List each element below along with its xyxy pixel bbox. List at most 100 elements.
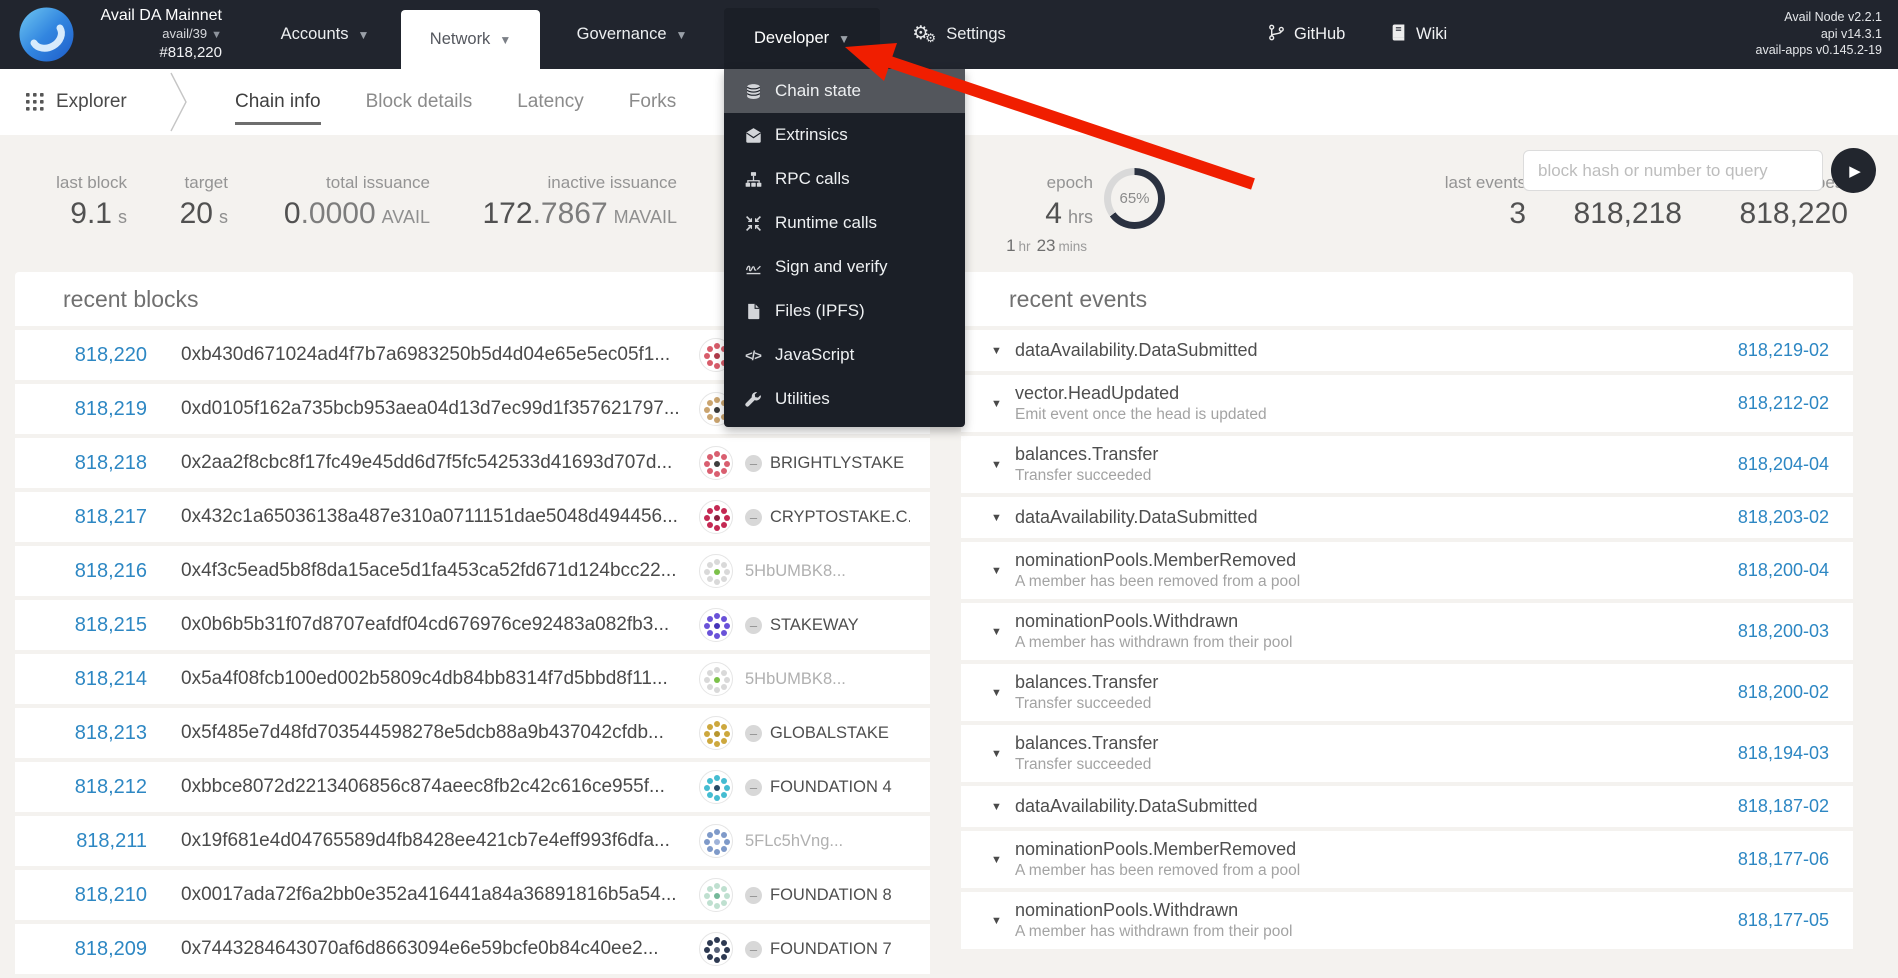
signature-icon — [744, 258, 762, 276]
validator-identicon[interactable] — [699, 554, 733, 588]
menu-item-label: Sign and verify — [775, 257, 887, 277]
section-title: Explorer — [56, 69, 127, 135]
event-block-link[interactable]: 818,200-02 — [1738, 682, 1829, 703]
event-block-link[interactable]: 818,219-02 — [1738, 340, 1829, 361]
block-author[interactable]: – BRIGHTLYSTAKE — [745, 454, 910, 473]
block-number-link[interactable]: 818,216 — [57, 560, 147, 583]
block-author[interactable]: 5HbUMBK8... — [745, 670, 910, 689]
block-author[interactable]: – CRYPTOSTAKE.C... — [745, 508, 910, 527]
explorer-tab[interactable]: Forks — [629, 69, 677, 135]
block-author[interactable]: – STAKEWAY — [745, 616, 910, 635]
block-number-link[interactable]: 818,220 — [57, 344, 147, 367]
nav-accounts[interactable]: Accounts▼ — [275, 0, 375, 69]
search-submit-button[interactable]: ▶ — [1831, 148, 1876, 193]
developer-menu-item[interactable]: Utilities — [724, 377, 965, 421]
validator-identicon[interactable] — [699, 770, 733, 804]
event-name: balances.Transfer — [1015, 733, 1726, 754]
validator-identicon[interactable] — [699, 932, 733, 966]
expand-caret-icon[interactable]: ▼ — [991, 626, 1004, 638]
event-block-link[interactable]: 818,200-04 — [1738, 560, 1829, 581]
block-number-link[interactable]: 818,218 — [57, 452, 147, 475]
developer-menu-item[interactable]: Files (IPFS) — [724, 289, 965, 333]
block-number-link[interactable]: 818,219 — [57, 398, 147, 421]
block-author[interactable]: – FOUNDATION 7 — [745, 940, 910, 959]
explorer-tab[interactable]: Block details — [366, 69, 473, 135]
block-number-link[interactable]: 818,215 — [57, 614, 147, 637]
event-row: ▼ balances.Transfer Transfer succeeded 8… — [961, 664, 1853, 721]
nav-governance[interactable]: Governance▼ — [574, 0, 690, 69]
event-row: ▼ nominationPools.MemberRemoved A member… — [961, 831, 1853, 888]
expand-caret-icon[interactable]: ▼ — [991, 687, 1004, 699]
block-author[interactable]: – GLOBALSTAKE — [745, 724, 910, 743]
block-number-link[interactable]: 818,214 — [57, 668, 147, 691]
compress-icon — [744, 214, 762, 232]
event-row: ▼ vector.HeadUpdated Emit event once the… — [961, 375, 1853, 432]
block-hash: 0x432c1a65036138a487e310a0711151dae5048d… — [181, 506, 699, 528]
block-row: 818,216 0x4f3c5ead5b8f8da15ace5d1fa453ca… — [15, 546, 930, 596]
expand-caret-icon[interactable]: ▼ — [991, 459, 1004, 471]
explorer-tab[interactable]: Latency — [517, 69, 584, 135]
event-block-link[interactable]: 818,204-04 — [1738, 454, 1829, 475]
expand-caret-icon[interactable]: ▼ — [991, 565, 1004, 577]
author-name: 5HbUMBK8... — [745, 670, 846, 689]
validator-identicon[interactable] — [699, 716, 733, 750]
validator-identicon[interactable] — [699, 500, 733, 534]
developer-menu-item[interactable]: Extrinsics — [724, 113, 965, 157]
developer-menu-item[interactable]: Sign and verify — [724, 245, 965, 289]
expand-caret-icon[interactable]: ▼ — [991, 512, 1004, 524]
github-link[interactable]: GitHub — [1268, 0, 1345, 69]
event-block-link[interactable]: 818,212-02 — [1738, 393, 1829, 414]
expand-caret-icon[interactable]: ▼ — [991, 801, 1004, 813]
validator-identicon[interactable] — [699, 824, 733, 858]
event-block-link[interactable]: 818,177-06 — [1738, 849, 1829, 870]
developer-menu-item[interactable]: RPC calls — [724, 157, 965, 201]
event-block-link[interactable]: 818,194-03 — [1738, 743, 1829, 764]
block-author[interactable]: – FOUNDATION 8 — [745, 886, 910, 905]
event-block-link[interactable]: 818,200-03 — [1738, 621, 1829, 642]
author-name: STAKEWAY — [770, 616, 859, 635]
apps-grid-icon[interactable] — [26, 93, 44, 116]
explorer-tab[interactable]: Chain info — [235, 69, 321, 135]
event-description: Emit event once the head is updated — [1015, 406, 1726, 424]
expand-caret-icon[interactable]: ▼ — [991, 748, 1004, 760]
event-description: A member has withdrawn from their pool — [1015, 634, 1726, 652]
developer-menu-item[interactable]: </> JavaScript — [724, 333, 965, 377]
block-number-link[interactable]: 818,209 — [57, 938, 147, 961]
developer-menu-item[interactable]: Runtime calls — [724, 201, 965, 245]
event-description: Transfer succeeded — [1015, 467, 1726, 485]
event-block-link[interactable]: 818,177-05 — [1738, 910, 1829, 931]
chain-selector[interactable]: Avail DA Mainnet avail/39▼ #818,220 — [80, 7, 222, 62]
event-name: dataAvailability.DataSubmitted — [1015, 796, 1726, 817]
validator-identicon[interactable] — [699, 878, 733, 912]
block-number-link[interactable]: 818,211 — [57, 830, 147, 853]
chain-spec[interactable]: avail/39▼ — [80, 25, 222, 44]
nav-settings[interactable]: ⚙⚙ Settings — [896, 0, 1022, 69]
block-row: 818,209 0x7443284643070af6d8663094e6e59b… — [15, 924, 930, 974]
expand-caret-icon[interactable]: ▼ — [991, 398, 1004, 410]
event-name: nominationPools.Withdrawn — [1015, 900, 1726, 921]
nav-network[interactable]: Network▼ — [401, 10, 540, 69]
validator-identicon[interactable] — [699, 662, 733, 696]
event-name: vector.HeadUpdated — [1015, 383, 1726, 404]
breadcrumb-chevron-icon — [168, 71, 190, 138]
block-search-input[interactable] — [1523, 150, 1823, 191]
event-block-link[interactable]: 818,203-02 — [1738, 507, 1829, 528]
developer-menu-item[interactable]: Chain state — [724, 69, 965, 113]
block-number-link[interactable]: 818,210 — [57, 884, 147, 907]
wiki-link[interactable]: Wiki — [1390, 0, 1447, 69]
validator-identicon[interactable] — [699, 446, 733, 480]
block-author[interactable]: – FOUNDATION 4 — [745, 778, 910, 797]
event-block-link[interactable]: 818,187-02 — [1738, 796, 1829, 817]
author-name: FOUNDATION 8 — [770, 886, 892, 905]
block-number-link[interactable]: 818,212 — [57, 776, 147, 799]
block-number-link[interactable]: 818,217 — [57, 506, 147, 529]
expand-caret-icon[interactable]: ▼ — [991, 345, 1004, 357]
block-author[interactable]: 5HbUMBK8... — [745, 562, 910, 581]
block-author[interactable]: 5FLc5hVng... — [745, 832, 910, 851]
block-number-link[interactable]: 818,213 — [57, 722, 147, 745]
nav-developer[interactable]: Developer▼ — [724, 8, 880, 69]
expand-caret-icon[interactable]: ▼ — [991, 854, 1004, 866]
validator-identicon[interactable] — [699, 608, 733, 642]
expand-caret-icon[interactable]: ▼ — [991, 915, 1004, 927]
avail-logo[interactable] — [19, 7, 74, 62]
